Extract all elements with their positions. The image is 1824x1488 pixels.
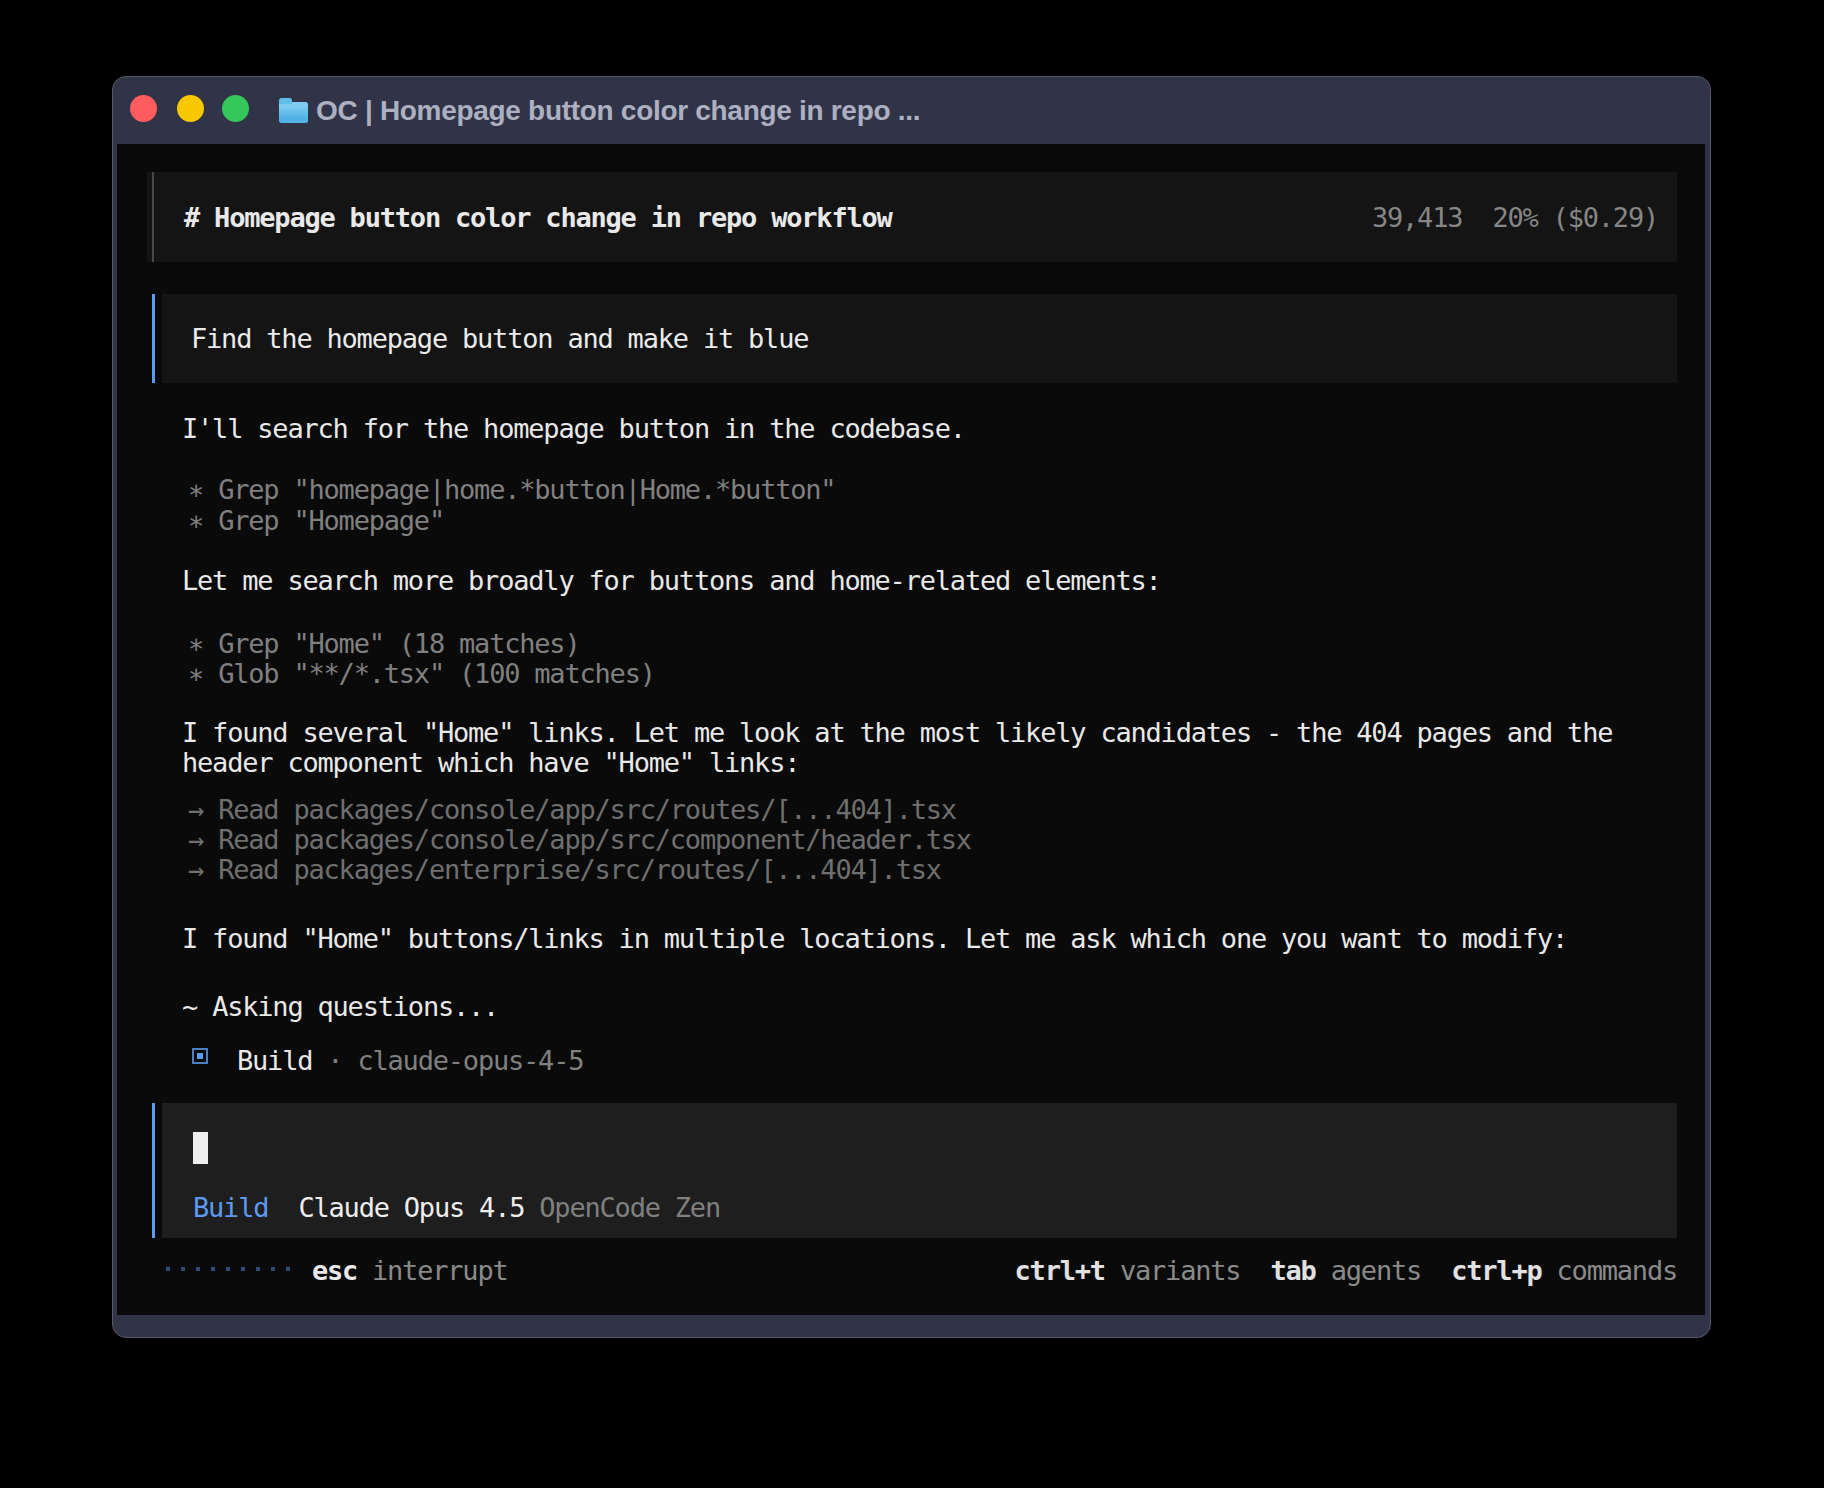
agent-model: claude-opus-4-5 <box>357 1045 583 1076</box>
user-message-block: Find the homepage button and make it blu… <box>162 294 1677 383</box>
session-stats: 39,413 20% ($0.29) <box>1372 202 1658 233</box>
close-button[interactable] <box>130 95 157 122</box>
agent-status-row: Build · claude-opus-4-5 <box>237 1045 583 1076</box>
status-footer: esc interrupt ctrl+t variants tab agents… <box>117 1255 1705 1287</box>
zoom-button[interactable] <box>222 95 249 122</box>
minimize-button[interactable] <box>177 95 204 122</box>
agent-separator: · <box>312 1045 357 1076</box>
tool-call-read: → Read packages/enterprise/src/routes/[.… <box>188 854 941 885</box>
esc-key-hint: esc <box>312 1255 357 1287</box>
prompt-input[interactable]: Build Claude Opus 4.5 OpenCode Zen <box>162 1103 1677 1238</box>
session-header: # Homepage button color change in repo w… <box>147 172 1677 262</box>
build-agent-icon <box>192 1048 208 1064</box>
tool-call-grep: ∗ Grep "homepage|home.*button|Home.*butt… <box>188 474 835 505</box>
input-accent-bar <box>152 1103 155 1238</box>
assistant-text: I'll search for the homepage button in t… <box>182 413 965 444</box>
title-bar[interactable]: OC | Homepage button color change in rep… <box>113 77 1710 144</box>
assistant-text: I found "Home" buttons/links in multiple… <box>182 923 1567 954</box>
assistant-text: I found several "Home" links. Let me loo… <box>182 717 1612 748</box>
input-mode[interactable]: Build <box>193 1192 268 1223</box>
user-message-accent-bar <box>152 294 155 383</box>
text-cursor <box>193 1132 208 1164</box>
terminal-window: OC | Homepage button color change in rep… <box>112 76 1711 1338</box>
input-model[interactable]: Claude Opus 4.5 <box>298 1192 524 1223</box>
user-message-text: Find the homepage button and make it blu… <box>191 323 808 354</box>
terminal-content: # Homepage button color change in repo w… <box>117 144 1705 1315</box>
tool-call-read: → Read packages/console/app/src/routes/[… <box>188 794 956 825</box>
assistant-text: Let me search more broadly for buttons a… <box>182 565 1161 596</box>
window-title: OC | Homepage button color change in rep… <box>316 97 920 125</box>
tool-call-grep: ∗ Grep "Home" (18 matches) <box>188 628 579 659</box>
keyboard-hints: ctrl+t variants tab agents ctrl+p comman… <box>1015 1255 1677 1287</box>
folder-icon <box>279 102 308 123</box>
assistant-text: header component which have "Home" links… <box>182 747 799 778</box>
tool-call-grep: ∗ Grep "Homepage" <box>188 505 444 536</box>
session-title: # Homepage button color change in repo w… <box>184 202 892 233</box>
agent-name: Build <box>237 1045 312 1076</box>
esc-label: interrupt <box>372 1255 508 1287</box>
input-provider: OpenCode Zen <box>539 1192 720 1223</box>
input-meta-row: Build Claude Opus 4.5 OpenCode Zen <box>193 1192 720 1223</box>
tool-call-read: → Read packages/console/app/src/componen… <box>188 824 971 855</box>
status-line: ~ Asking questions... <box>182 991 498 1022</box>
spinner-dots <box>166 1267 290 1271</box>
tool-call-glob: ∗ Glob "**/*.tsx" (100 matches) <box>188 658 655 689</box>
